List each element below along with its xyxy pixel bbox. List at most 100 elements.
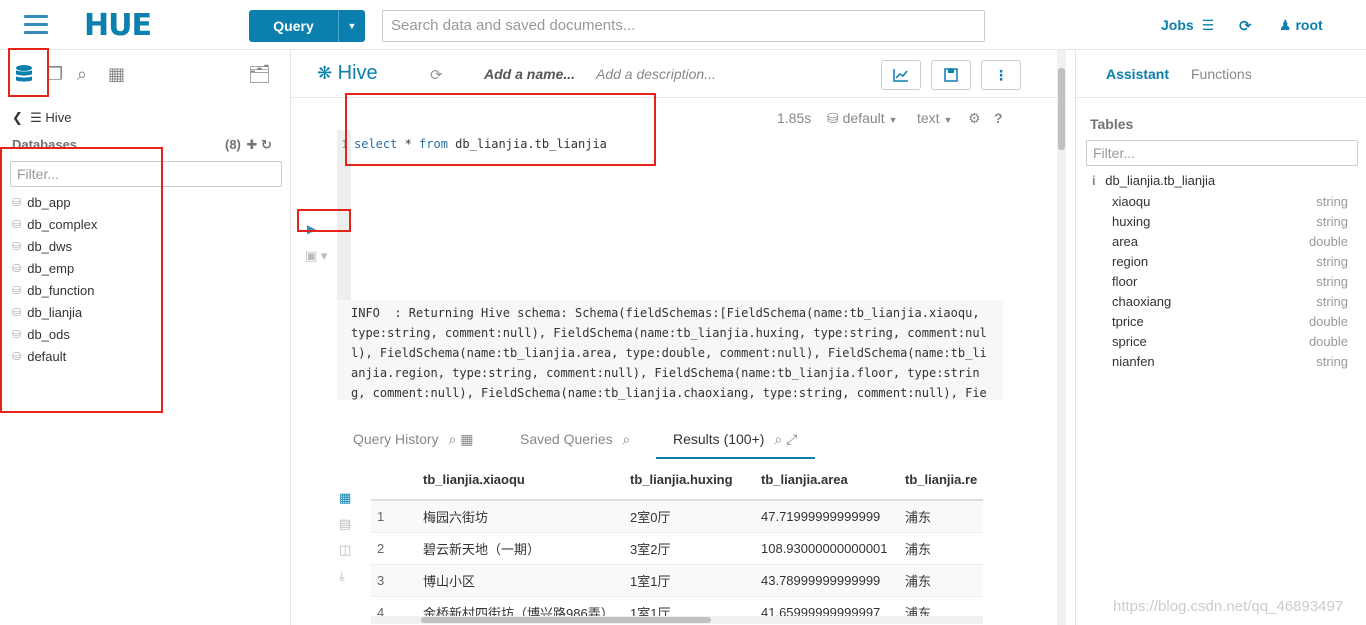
tab-label: Saved Queries — [520, 431, 613, 447]
table-name[interactable]: i db_lianjia.tb_lianjia — [1092, 173, 1215, 188]
tables-filter-input[interactable]: Filter... — [1086, 140, 1358, 166]
search-icon[interactable]: ⌕ — [77, 64, 87, 85]
tab-saved-queries[interactable]: Saved Queries ⌕ — [520, 431, 630, 448]
chevron-down-icon[interactable]: ▼ — [338, 10, 365, 42]
chart-icon — [893, 69, 908, 82]
query-description-field[interactable]: Add a description... — [596, 66, 716, 82]
column-header[interactable]: tb_lianjia.xiaoqu — [417, 460, 624, 501]
map-icon[interactable]: ▣ ▾ — [305, 248, 327, 264]
tab-label: Results (100+) — [673, 431, 765, 447]
settings-icon[interactable]: ⚙ — [968, 110, 981, 127]
column-type: double — [1308, 313, 1348, 329]
user-menu[interactable]: ♟ root — [1279, 17, 1323, 34]
database-selector[interactable]: ⛁ default ▼ — [827, 110, 897, 127]
search-icon[interactable]: ⌕ — [774, 431, 782, 447]
search-icon[interactable]: ⌕ — [448, 431, 456, 447]
list-item[interactable]: sprice double — [1112, 331, 1348, 351]
query-name-field[interactable]: Add a name... — [484, 66, 575, 82]
hue-logo[interactable]: HUE — [84, 8, 152, 43]
databases-count-value: (8) — [225, 137, 241, 152]
breadcrumb[interactable]: ❮ ☰ Hive — [12, 110, 71, 126]
chart-button[interactable] — [881, 60, 921, 90]
top-navbar: HUE Query ▼ Search data and saved docume… — [0, 0, 1366, 50]
result-view-toolbar: ▦ ▤ ◫ ⤓ — [339, 490, 351, 594]
table-cell: 47.71999999999999 — [755, 500, 899, 533]
grid-icon[interactable]: ▦ — [108, 64, 125, 85]
table-cell: 2室0厅 — [624, 500, 755, 533]
table-cell: 浦东 — [899, 500, 983, 533]
grid-view-icon[interactable]: ▦ — [339, 490, 351, 516]
refresh-icon[interactable]: ↻ — [261, 137, 272, 152]
column-header[interactable]: tb_lianjia.re — [899, 460, 983, 501]
column-name: tprice — [1112, 313, 1144, 329]
expand-icon[interactable]: ⤢ — [786, 431, 797, 447]
vertical-scrollbar[interactable] — [1057, 50, 1066, 625]
save-button[interactable] — [931, 60, 971, 90]
list-item[interactable]: floor string — [1112, 271, 1348, 291]
list-item[interactable]: region string — [1112, 251, 1348, 271]
column-header[interactable] — [371, 460, 417, 501]
documents-icon[interactable]: ❐ — [47, 64, 63, 85]
query-log: INFO : Returning Hive schema: Schema(fie… — [337, 300, 1003, 400]
user-name: root — [1295, 17, 1323, 33]
download-icon[interactable]: ⤓ — [339, 568, 351, 594]
list-item[interactable]: nianfen string — [1112, 351, 1348, 371]
annotation-box — [297, 209, 351, 232]
columns-icon[interactable]: ◫ — [339, 542, 351, 568]
list-item[interactable]: chaoxiang string — [1112, 291, 1348, 311]
info-icon[interactable]: i — [1092, 173, 1096, 188]
column-name: floor — [1112, 273, 1138, 289]
tab-query-history[interactable]: Query History ⌕ ▦ — [353, 431, 473, 448]
annotation-box — [0, 147, 163, 413]
database-icon: ⛁ — [827, 110, 839, 126]
table-cell: 3 — [371, 564, 417, 597]
table-row[interactable]: 3 博山小区 1室1厅 43.78999999999999 浦东 — [371, 564, 983, 597]
jobs-link[interactable]: Jobs ☰ — [1161, 17, 1214, 34]
tab-results[interactable]: Results (100+) ⌕ ⤢ — [673, 431, 797, 448]
scrollbar-thumb[interactable] — [1058, 68, 1065, 150]
chevron-left-icon[interactable]: ❮ — [12, 110, 23, 125]
list-icon: ☰ — [30, 110, 42, 125]
annotation-box — [345, 93, 656, 166]
format-selector[interactable]: text ▼ — [917, 110, 952, 126]
history-icon[interactable]: ⟳ — [1239, 17, 1252, 35]
table-cell: 43.78999999999999 — [755, 564, 899, 597]
scrollbar-thumb[interactable] — [421, 617, 711, 623]
column-name: xiaoqu — [1112, 193, 1151, 209]
column-type: string — [1316, 213, 1348, 229]
more-options-button[interactable]: ⋮ — [981, 60, 1021, 90]
tab-functions[interactable]: Functions — [1191, 66, 1252, 82]
table-cell: 浦东 — [899, 532, 983, 565]
caret-down-icon: ▼ — [888, 115, 898, 125]
result-tabs: Query History ⌕ ▦ Saved Queries ⌕ Result… — [337, 422, 1003, 459]
query-button[interactable]: Query ▼ — [249, 10, 365, 42]
list-item[interactable]: huxing string — [1112, 211, 1348, 231]
chart-view-icon[interactable]: ▤ — [339, 516, 351, 542]
list-item[interactable]: xiaoqu string — [1112, 191, 1348, 211]
search-input[interactable]: Search data and saved documents... — [382, 10, 985, 42]
column-header[interactable]: tb_lianjia.huxing — [624, 460, 755, 501]
help-icon[interactable]: ? — [994, 110, 1003, 126]
tab-label: Query History — [353, 431, 439, 447]
table-row[interactable]: 1 梅园六街坊 2室0厅 47.71999999999999 浦东 — [371, 500, 983, 533]
hamburger-menu-icon[interactable] — [24, 15, 48, 35]
save-icon — [944, 68, 958, 82]
jobs-label: Jobs — [1161, 17, 1194, 33]
editor-title: ❋ Hive — [317, 62, 378, 85]
horizontal-scrollbar[interactable] — [371, 616, 983, 624]
database-selector-value: default — [842, 110, 885, 126]
results-grid: tb_lianjia.xiaoqu tb_lianjia.huxing tb_l… — [371, 460, 983, 625]
calendar-icon[interactable]: ▦ — [460, 431, 473, 447]
history-icon[interactable]: ⟳ — [430, 66, 443, 84]
column-header[interactable]: tb_lianjia.area — [755, 460, 899, 501]
folder-icon[interactable]: 🗂 — [248, 64, 271, 85]
column-type: string — [1316, 353, 1348, 369]
add-icon[interactable]: ✚ — [247, 137, 258, 152]
tab-assistant[interactable]: Assistant — [1106, 66, 1169, 82]
table-row[interactable]: 2 碧云新天地（一期） 3室2厅 108.93000000000001 浦东 — [371, 532, 983, 565]
editor-title-label: Hive — [337, 62, 378, 84]
list-item[interactable]: area double — [1112, 231, 1348, 251]
search-icon[interactable]: ⌕ — [623, 431, 631, 447]
list-item[interactable]: tprice double — [1112, 311, 1348, 331]
column-name: huxing — [1112, 213, 1151, 229]
